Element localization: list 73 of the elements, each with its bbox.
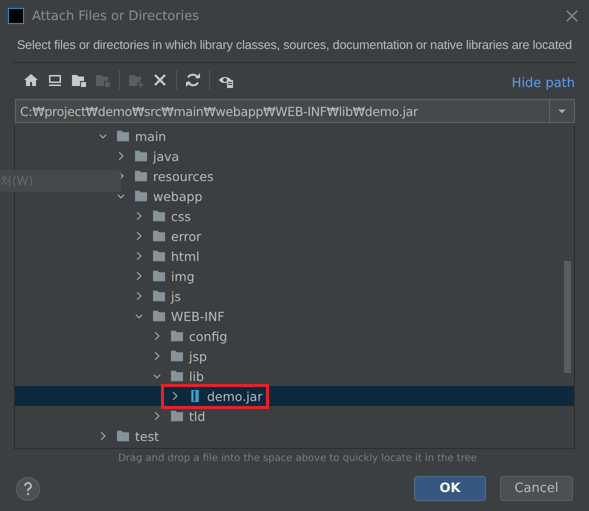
tree-item-label: main xyxy=(135,128,166,144)
tree-item-label: resources xyxy=(153,168,214,184)
tree-row[interactable]: img xyxy=(15,266,574,286)
description-text: Select files or directories in which library classes, sources, documentation or native libraries are located xyxy=(16,37,573,54)
tree-item-label: tld xyxy=(189,408,206,424)
chevron-right-icon[interactable] xyxy=(152,351,162,361)
folder-icon xyxy=(170,410,184,422)
chevron-right-icon[interactable] xyxy=(134,231,144,241)
tree-row[interactable]: demo.jar xyxy=(15,386,574,406)
chevron-right-icon[interactable] xyxy=(134,251,144,261)
help-button[interactable] xyxy=(16,476,40,500)
tree-row[interactable]: error xyxy=(15,226,574,246)
tree-item-label: html xyxy=(171,248,200,264)
chevron-right-icon[interactable] xyxy=(152,331,162,341)
tree-item-label: img xyxy=(171,268,195,284)
tree-item-label: css xyxy=(171,208,191,224)
tree-row[interactable]: js xyxy=(15,286,574,306)
tree-row[interactable]: tld xyxy=(15,406,574,426)
help-icon xyxy=(23,482,33,496)
tree-row[interactable]: lib xyxy=(15,366,574,386)
tree-item-label: js xyxy=(171,288,181,304)
chevron-right-icon[interactable] xyxy=(98,431,108,441)
chevron-right-icon[interactable] xyxy=(134,271,144,281)
tree-item-label: demo.jar xyxy=(207,388,262,404)
chevron-right-icon[interactable] xyxy=(134,211,144,221)
tree-item-label: lib xyxy=(189,368,204,384)
folder-icon xyxy=(152,290,166,302)
folder-icon xyxy=(152,310,166,322)
tree-item-label: WEB-INF xyxy=(171,308,225,324)
tree-row[interactable]: html xyxy=(15,246,574,266)
folder-icon xyxy=(170,370,184,382)
monitor-icon[interactable] xyxy=(47,72,63,88)
cancel-button[interactable]: Cancel xyxy=(500,476,573,501)
tree-row[interactable]: css xyxy=(15,206,574,226)
hide-path-link[interactable]: Hide path xyxy=(512,76,575,90)
tree-item-label: jsp xyxy=(189,348,207,364)
ok-button[interactable]: OK xyxy=(414,476,486,501)
close-icon[interactable] xyxy=(152,72,168,88)
tree-item-label: test xyxy=(135,428,160,444)
chevron-right-icon[interactable] xyxy=(152,411,162,421)
tree-row[interactable]: jsp xyxy=(15,346,574,366)
tree-item-label: config xyxy=(189,328,228,344)
tree-row[interactable]: config xyxy=(15,326,574,346)
folder-badge-icon[interactable] xyxy=(71,72,87,88)
folder-icon xyxy=(152,250,166,262)
folder-icon xyxy=(152,210,166,222)
folder-icon xyxy=(152,230,166,242)
home-icon[interactable] xyxy=(23,72,39,88)
folder-icon xyxy=(170,330,184,342)
tree-item-label: java xyxy=(153,148,180,164)
window-title: Attach Files or Directories xyxy=(32,8,200,24)
close-icon[interactable] xyxy=(565,9,579,23)
folder-icon xyxy=(134,170,148,182)
folder-icon xyxy=(116,430,130,442)
tree-row[interactable]: WEB-INF xyxy=(15,306,574,326)
tree-row[interactable]: main xyxy=(15,126,574,146)
tree-row[interactable]: test xyxy=(15,426,574,446)
folder-icon xyxy=(170,350,184,362)
tree-item-label: webapp xyxy=(153,188,202,204)
folder-icon xyxy=(152,270,166,282)
refresh-icon[interactable] xyxy=(185,72,201,88)
chevron-right-icon[interactable] xyxy=(170,391,180,401)
app-logo-icon xyxy=(8,8,24,24)
folder-icon xyxy=(134,150,148,162)
path-combo-box[interactable]: C:₩project₩demo₩src₩main₩webapp₩WEB-INF₩lib₩demo.jar xyxy=(15,99,575,123)
chevron-right-icon[interactable] xyxy=(134,291,144,301)
scrollbar-thumb[interactable] xyxy=(564,261,571,373)
tree-item-label: error xyxy=(171,228,202,244)
drag-hint-text: Drag and drop a file into the space above to quickly locate it in the tree xyxy=(117,453,478,466)
folder-icon xyxy=(134,190,148,202)
tree-row[interactable]: java xyxy=(15,146,574,166)
chevron-right-icon[interactable] xyxy=(116,151,126,161)
folder-icon xyxy=(116,130,130,142)
